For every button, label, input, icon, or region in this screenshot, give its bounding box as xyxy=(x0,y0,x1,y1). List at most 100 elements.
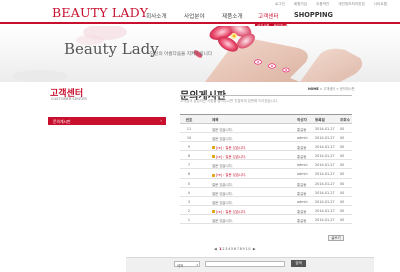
cell-views: 00 xyxy=(340,127,345,131)
page-numbers: 12345678910 xyxy=(219,247,251,251)
col-title: 제목 xyxy=(212,118,219,123)
cell-title-link[interactable]: [re] : 질문 있습니다. xyxy=(216,155,246,159)
nav-company[interactable]: 회사소개 xyxy=(146,12,167,20)
nail-dot xyxy=(285,69,287,71)
nail-dot xyxy=(257,61,259,63)
cell-no: 11 xyxy=(186,127,192,131)
util-privacy-link[interactable]: 개인정보처리방침 xyxy=(338,2,364,7)
breadcrumb-home[interactable]: HOME xyxy=(308,87,319,91)
nav-customer-center[interactable]: 고객센터 xyxy=(258,12,279,20)
util-sitemap-link[interactable]: 사이트맵 xyxy=(374,2,387,7)
cell-no: 9 xyxy=(187,145,191,150)
banner-subtitle: 당신의 아름다움을 지켜드립니다 xyxy=(150,52,213,57)
cell-title-link[interactable]: 질문 있습니다. xyxy=(212,192,233,196)
search-type-value: 제목 xyxy=(177,263,184,268)
cell-views: 00 xyxy=(340,163,345,168)
col-views: 조회수 xyxy=(340,118,350,123)
table-row[interactable]: 11 질문 있습니다. 홍길동 2014-01-27 00 xyxy=(180,124,352,134)
nav-shopping[interactable]: SHOPPING xyxy=(294,11,333,19)
cell-views: 00 xyxy=(340,154,345,159)
table-header: 번호 제목 작성자 등록일 조회수 xyxy=(180,114,352,124)
lock-icon xyxy=(212,210,215,214)
cell-writer: 홍길동 xyxy=(297,182,307,187)
table-row[interactable]: 10 질문 있습니다. admin 2014-01-27 00 xyxy=(180,133,352,143)
cell-title-link[interactable]: [re] : 질문 있습니다. xyxy=(216,173,246,177)
hand-graphic xyxy=(300,48,363,82)
cell-date: 2014-01-27 xyxy=(315,199,335,204)
prev-page-icon[interactable]: ◀ xyxy=(214,247,217,251)
next-page-icon[interactable]: ▶ xyxy=(253,247,256,251)
table-row[interactable]: 7 질문 있습니다. admin 2014-01-27 00 xyxy=(180,160,352,170)
lock-icon xyxy=(212,155,215,159)
cell-title-link[interactable]: [re] : 질문 있습니다. xyxy=(216,210,246,214)
cell-title-link[interactable]: 질문 있습니다. xyxy=(212,183,233,187)
table-row[interactable]: 9 [re] : 질문 있습니다. 홍길동 2014-01-27 00 xyxy=(180,142,352,152)
chevron-right-icon: › xyxy=(160,118,162,123)
sidebar-item-qna[interactable]: 문의게시판 › xyxy=(48,117,166,125)
search-input[interactable] xyxy=(205,261,285,267)
nail-dot xyxy=(271,65,273,67)
util-join-link[interactable]: 회원가입 xyxy=(294,2,307,7)
table-row[interactable]: 1 질문 있습니다. 홍길동 2014-01-27 00 xyxy=(180,215,352,225)
cell-date: 2014-01-27 xyxy=(315,154,335,159)
write-button[interactable]: 글쓰기 xyxy=(328,235,344,241)
cell-title-link[interactable]: 질문 있습니다. xyxy=(212,219,233,223)
cell-views: 00 xyxy=(340,190,345,195)
cell-views: 00 xyxy=(340,199,345,204)
logo[interactable]: BEAUTY LADY xyxy=(52,5,148,20)
nav-products[interactable]: 제품소개 xyxy=(222,12,243,20)
breadcrumb-separator: > xyxy=(336,87,339,91)
table-row[interactable]: 3 질문 있습니다. admin 2014-01-27 00 xyxy=(180,197,352,206)
cell-views: 00 xyxy=(340,145,345,150)
cell-writer: 홍길동 xyxy=(297,128,307,132)
lock-icon xyxy=(212,173,215,177)
cell-title-link[interactable]: 질문 있습니다. xyxy=(212,201,233,205)
sidebar-subtitle: CUSTOMER CENTER xyxy=(51,97,87,101)
util-terms-link[interactable]: 이용약관 xyxy=(316,2,329,7)
cell-date: 2014-01-27 xyxy=(315,163,335,168)
cell-no: 10 xyxy=(186,136,192,141)
lock-icon xyxy=(212,146,215,150)
cell-views: 00 xyxy=(340,181,345,186)
main-nav: 회사소개 사업분야 제품소개 고객센터 SHOPPING xyxy=(146,11,339,22)
cell-views: 00 xyxy=(340,208,345,213)
cell-writer: 홍길동 xyxy=(297,191,307,196)
table-row[interactable]: 4 질문 있습니다. 홍길동 2014-01-27 00 xyxy=(180,188,352,197)
title-divider xyxy=(180,95,352,96)
cell-title-link[interactable]: 질문 있습니다. xyxy=(212,128,233,132)
cell-no: 7 xyxy=(187,163,191,168)
util-login-link[interactable]: 로그인 xyxy=(275,2,285,7)
cell-title-link[interactable]: 질문 있습니다. xyxy=(212,164,233,168)
search-type-select[interactable]: 제목 ▾ xyxy=(174,261,200,268)
cell-date: 2014-01-27 xyxy=(315,190,335,195)
cell-date: 2014-01-27 xyxy=(315,136,335,141)
breadcrumb-section[interactable]: 고객센터 xyxy=(323,87,335,91)
cell-writer: admin xyxy=(297,199,308,204)
cell-title-link[interactable]: [re] : 질문 있습니다. xyxy=(216,146,246,150)
cell-no: 6 xyxy=(187,172,191,177)
cell-no: 2 xyxy=(187,208,191,213)
cell-no: 4 xyxy=(187,190,191,195)
table-row[interactable]: 2 [re] : 질문 있습니다. 홍길동 2014-01-27 00 xyxy=(180,206,352,215)
breadcrumb-current: 문의게시판 xyxy=(339,87,355,91)
cell-date: 2014-01-27 xyxy=(315,127,335,131)
page-number-link[interactable]: 10 xyxy=(245,247,251,251)
pagination: ◀ 12345678910 ▶ xyxy=(214,247,256,251)
nav-business[interactable]: 사업분야 xyxy=(184,12,205,20)
cell-no: 5 xyxy=(187,181,191,186)
cell-writer: 홍길동 xyxy=(297,209,307,214)
search-button[interactable]: 검색 xyxy=(291,260,306,267)
cell-no: 3 xyxy=(187,199,191,204)
table-row[interactable]: 8 [re] : 질문 있습니다. 홍길동 2014-01-27 00 xyxy=(180,151,352,161)
cell-no: 1 xyxy=(187,217,191,222)
page-description: 고객님의 궁금하신 사항을 남겨주시면 친절하게 답변해 드리겠습니다. xyxy=(180,99,279,103)
util-nav: 로그인 회원가입 이용약관 개인정보처리방침 사이트맵 xyxy=(275,2,387,7)
table-row[interactable]: 5 질문 있습니다. 홍길동 2014-01-27 00 xyxy=(180,179,352,188)
cell-title-link[interactable]: 질문 있습니다. xyxy=(212,137,233,141)
cell-writer: admin xyxy=(297,163,308,168)
table-row[interactable]: 6 [re] : 질문 있습니다. admin 2014-01-27 00 xyxy=(180,169,352,179)
cell-views: 00 xyxy=(340,172,345,177)
cell-views: 00 xyxy=(340,217,345,222)
banner-title: Beauty Lady xyxy=(64,40,159,58)
chevron-down-icon: ▾ xyxy=(196,263,198,267)
